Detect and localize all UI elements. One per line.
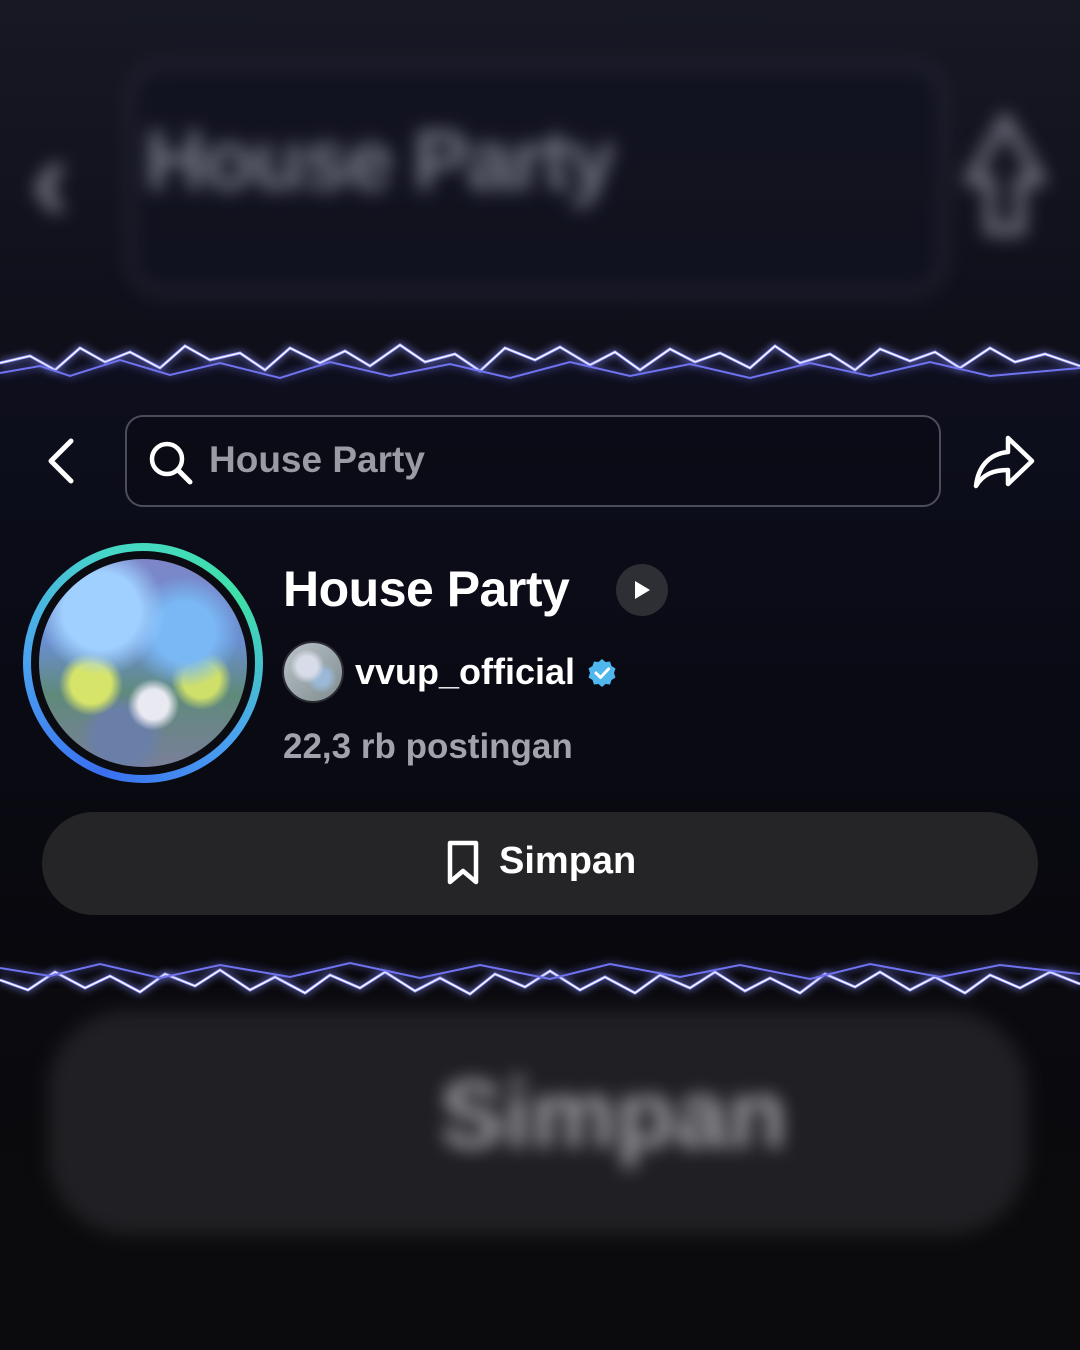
verified-badge-icon <box>588 659 616 687</box>
search-input[interactable]: House Party <box>125 415 941 507</box>
back-button[interactable] <box>38 433 82 489</box>
author-username[interactable]: vvup_official <box>355 651 575 693</box>
playlist-cover[interactable] <box>23 543 263 783</box>
search-icon <box>149 441 193 485</box>
author-avatar[interactable] <box>282 641 344 703</box>
bg-search-text: House Party <box>145 113 615 207</box>
play-button[interactable] <box>616 564 668 616</box>
playlist-cover-frame <box>31 551 255 775</box>
share-icon <box>973 435 1035 489</box>
bookmark-icon <box>447 840 479 885</box>
share-button[interactable] <box>972 432 1036 495</box>
save-button-label: Simpan <box>499 840 637 882</box>
post-count: 22,3 rb postingan <box>283 727 573 766</box>
bg-save-text: Simpan <box>440 1061 787 1168</box>
play-icon <box>635 581 650 599</box>
playlist-cover-art <box>39 559 247 767</box>
bg-back-icon: ‹ <box>30 112 70 246</box>
bg-share-icon <box>965 110 1045 235</box>
save-button[interactable]: Simpan <box>42 812 1038 915</box>
search-query-text: House Party <box>209 439 425 480</box>
playlist-title: House Party <box>283 561 570 617</box>
chevron-left-icon <box>48 438 74 484</box>
